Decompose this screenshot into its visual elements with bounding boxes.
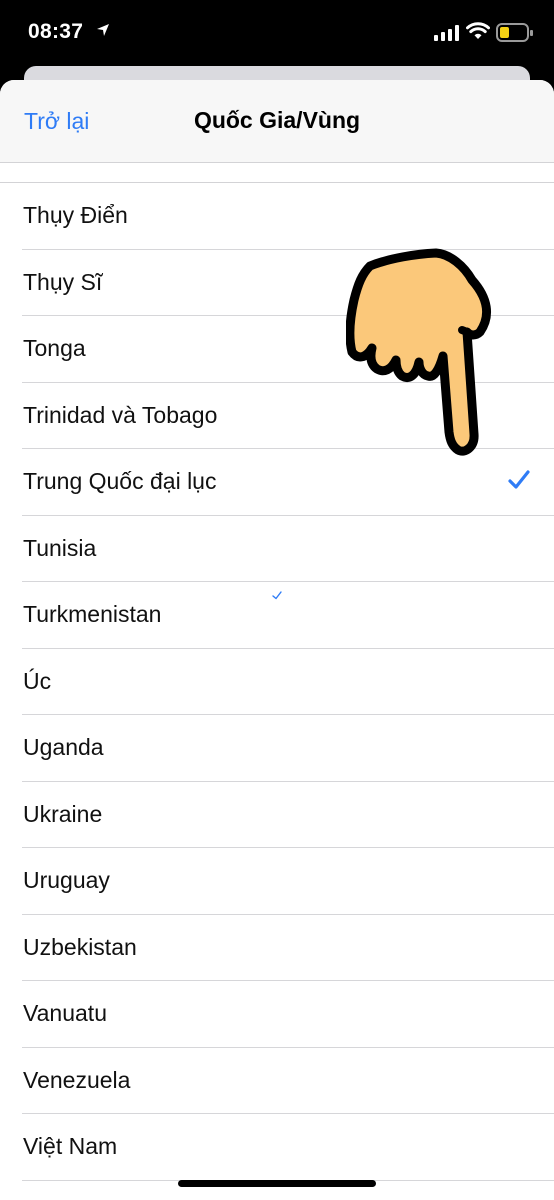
- list-item-label: Trinidad và Tobago: [23, 401, 218, 428]
- list-item-label: Việt Nam: [23, 1133, 118, 1159]
- list-item-uc[interactable]: Úc: [0, 649, 554, 716]
- list-item-label: Thụy Điển: [23, 202, 128, 228]
- list-item-label: Venezuela: [23, 1066, 131, 1093]
- list-item-label: Tonga: [23, 335, 86, 361]
- list-item-label: Ukraine: [23, 800, 103, 827]
- home-indicator: [178, 1180, 376, 1187]
- list-item-thuy-dien[interactable]: Thụy Điển: [0, 183, 554, 250]
- list-item-ukraine[interactable]: Ukraine: [0, 782, 554, 849]
- list-item-uruguay[interactable]: Uruguay: [0, 848, 554, 915]
- list-item-uganda[interactable]: Uganda: [0, 715, 554, 782]
- battery-low-icon: [496, 23, 533, 42]
- list-item-tunisia[interactable]: Tunisia: [0, 516, 554, 583]
- list-item-label: Úc: [23, 667, 52, 694]
- page-title: Quốc Gia/Vùng: [193, 107, 361, 133]
- list-item-label: Tunisia: [23, 534, 97, 561]
- list-item-trung-quoc-dai-luc[interactable]: Trung Quốc đại lục: [0, 449, 554, 516]
- list-item-label: Uruguay: [23, 867, 110, 893]
- list-item-venezuela[interactable]: Venezuela: [0, 1048, 554, 1115]
- pointing-hand-icon: [346, 248, 492, 456]
- list-item-label: Uzbekistan: [23, 933, 137, 960]
- list-item-label: Uganda: [23, 734, 104, 760]
- list-item-label: Thụy Sĩ: [23, 268, 103, 295]
- small-checkmark-icon: [272, 591, 282, 600]
- status-bar: 08:37: [0, 0, 554, 68]
- list-item-label: Vanuatu: [23, 1000, 107, 1026]
- list-item-uzbekistan[interactable]: Uzbekistan: [0, 915, 554, 982]
- list-item-label: Trung Quốc đại lục: [23, 468, 217, 494]
- navigation-bar: Trở lại Quốc Gia/Vùng: [0, 80, 554, 163]
- location-arrow-icon: [97, 24, 109, 36]
- signal-bars-icon: [434, 25, 459, 41]
- status-time: 08:37: [28, 20, 84, 43]
- checkmark-icon: [508, 470, 530, 489]
- wifi-icon: [466, 22, 490, 39]
- list-item-viet-nam[interactable]: Việt Nam: [0, 1114, 554, 1181]
- list-item-label: Turkmenistan: [23, 601, 162, 627]
- list-item-vanuatu[interactable]: Vanuatu: [0, 981, 554, 1048]
